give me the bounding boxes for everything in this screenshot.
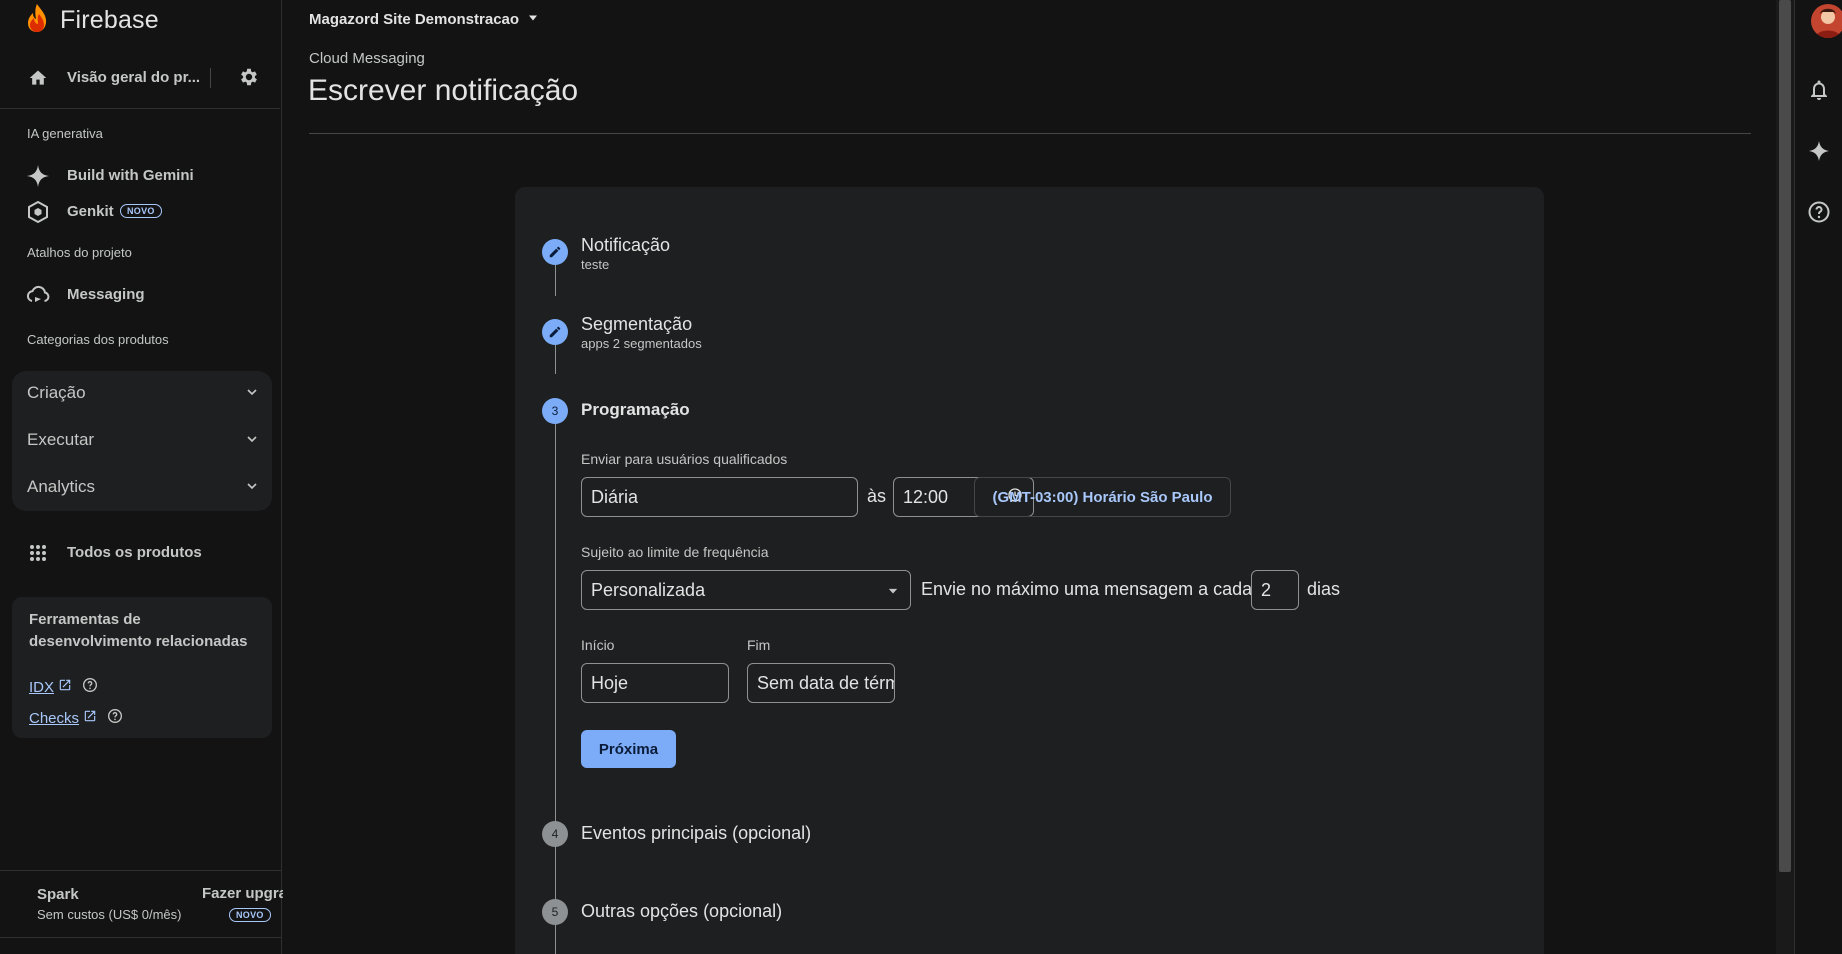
sidebar-item-messaging[interactable]: Messaging bbox=[0, 279, 282, 309]
step-4-number: 4 bbox=[542, 821, 568, 847]
step-connector bbox=[555, 398, 556, 954]
end-label: Fim bbox=[747, 637, 771, 653]
step-1-subtitle: teste bbox=[581, 257, 610, 272]
end-date-field[interactable]: Sem data de término bbox=[747, 663, 895, 703]
sidebar-item-label: Build with Gemini bbox=[67, 167, 194, 184]
apps-grid-icon bbox=[26, 541, 50, 570]
section-shortcuts: Atalhos do projeto bbox=[27, 245, 132, 260]
related-tools-title: Ferramentas de desenvolvimento relaciona… bbox=[29, 611, 248, 650]
step-1-title[interactable]: Notificação bbox=[581, 235, 670, 256]
project-name: Magazord Site Demonstracao bbox=[309, 11, 520, 28]
at-label: às bbox=[867, 486, 887, 506]
help-icon[interactable] bbox=[82, 677, 98, 697]
external-link-icon bbox=[83, 709, 97, 727]
step-5-title[interactable]: Outras opções (opcional) bbox=[581, 901, 782, 922]
related-tools-panel: Ferramentas de desenvolvimento relaciona… bbox=[12, 597, 272, 738]
send-label: Enviar para usuários qualificados bbox=[581, 451, 788, 467]
scrollbar-thumb[interactable] bbox=[1779, 0, 1791, 872]
tool-link-label: IDX bbox=[29, 678, 55, 696]
home-icon bbox=[28, 68, 48, 93]
limit-description: Envie no máximo uma mensagem a cada bbox=[921, 579, 1253, 599]
scrollbar[interactable] bbox=[1776, 0, 1794, 954]
frequency-limit-select[interactable]: Personalizada bbox=[581, 570, 911, 610]
divider bbox=[0, 108, 280, 109]
tool-link-idx[interactable]: IDX bbox=[29, 677, 98, 697]
plan-subtitle: Sem custos (US$ 0/mês) bbox=[37, 907, 182, 922]
chevron-down-icon bbox=[244, 384, 260, 405]
main-content: Magazord Site Demonstracao Cloud Messagi… bbox=[283, 0, 1776, 954]
timezone-button[interactable]: (GMT-03:00) Horário São Paulo bbox=[974, 477, 1231, 517]
category-label: Criação bbox=[27, 383, 86, 402]
project-selector[interactable]: Magazord Site Demonstracao bbox=[309, 11, 539, 28]
sidebar-item-label: Messaging bbox=[67, 286, 145, 303]
section-generative-ai: IA generativa bbox=[27, 126, 103, 141]
project-overview-row[interactable]: Visão geral do pr... bbox=[0, 58, 282, 98]
start-label: Início bbox=[581, 637, 615, 653]
sidebar-item-label: Genkit bbox=[67, 203, 114, 220]
start-date-field[interactable]: Hoje bbox=[581, 663, 729, 703]
sidebar: Firebase Visão geral do pr... IA generat… bbox=[0, 0, 305, 954]
divider bbox=[210, 68, 211, 88]
step-3-title[interactable]: Programação bbox=[581, 400, 690, 420]
category-label: Executar bbox=[27, 430, 95, 449]
tool-link-checks[interactable]: Checks bbox=[29, 708, 123, 728]
avatar[interactable] bbox=[1811, 4, 1842, 38]
help-icon[interactable] bbox=[107, 708, 123, 728]
sidebar-item-all-products[interactable]: Todos os produtos bbox=[0, 537, 282, 567]
gemini-sparkle-icon[interactable] bbox=[1807, 139, 1831, 168]
frequency-limit-label: Sujeito ao limite de frequência bbox=[581, 544, 769, 560]
sidebar-item-label: Todos os produtos bbox=[67, 544, 202, 561]
next-button[interactable]: Próxima bbox=[581, 730, 676, 768]
step-2-title[interactable]: Segmentação bbox=[581, 314, 692, 335]
firebase-brand[interactable]: Firebase bbox=[26, 3, 159, 38]
dropdown-arrow-icon bbox=[527, 11, 539, 28]
section-categories: Categorias dos produtos bbox=[27, 332, 169, 347]
category-label: Analytics bbox=[27, 477, 96, 496]
gear-icon[interactable] bbox=[238, 66, 260, 93]
days-label: dias bbox=[1307, 579, 1341, 599]
plan-panel: Spark Sem custos (US$ 0/mês) Fazer upgra… bbox=[0, 870, 305, 938]
step-3-number: 3 bbox=[542, 398, 568, 424]
limit-days-input[interactable]: 2 bbox=[1251, 570, 1299, 610]
breadcrumb[interactable]: Cloud Messaging bbox=[309, 50, 425, 67]
divider bbox=[309, 133, 1751, 134]
step-5-number: 5 bbox=[542, 899, 568, 925]
step-1-edit-icon[interactable] bbox=[542, 239, 568, 265]
category-analytics[interactable]: Analytics bbox=[12, 466, 272, 506]
external-link-icon bbox=[58, 678, 72, 696]
frequency-field[interactable]: Diária bbox=[581, 477, 858, 517]
categories-group: Criação Executar Analytics bbox=[12, 371, 272, 511]
cloud-messaging-icon bbox=[26, 283, 50, 312]
step-2-edit-icon[interactable] bbox=[542, 319, 568, 345]
frequency-limit-value: Personalizada bbox=[591, 579, 706, 600]
chevron-down-icon bbox=[244, 478, 260, 499]
category-creation[interactable]: Criação bbox=[12, 372, 272, 412]
stepper-card: Notificação teste Segmentação apps 2 seg… bbox=[515, 187, 1544, 954]
app-name: Firebase bbox=[60, 5, 159, 34]
help-icon[interactable] bbox=[1807, 200, 1831, 229]
time-value: 12:00 bbox=[903, 486, 949, 507]
sidebar-item-genkit[interactable]: Genkit NOVO bbox=[0, 196, 282, 226]
firebase-logo-icon bbox=[26, 3, 48, 38]
genkit-icon bbox=[26, 200, 50, 229]
project-overview-label: Visão geral do pr... bbox=[67, 69, 201, 86]
chevron-down-icon bbox=[244, 431, 260, 452]
new-badge: NOVO bbox=[120, 204, 162, 218]
category-execute[interactable]: Executar bbox=[12, 419, 272, 459]
page-title: Escrever notificação bbox=[308, 74, 579, 107]
plan-name: Spark bbox=[37, 886, 79, 903]
right-rail bbox=[1794, 0, 1842, 954]
notifications-bell-icon[interactable] bbox=[1807, 78, 1831, 107]
step-4-title[interactable]: Eventos principais (opcional) bbox=[581, 823, 811, 844]
dropdown-arrow-icon bbox=[888, 580, 898, 601]
sparkle-icon bbox=[26, 164, 50, 193]
tool-link-label: Checks bbox=[29, 709, 80, 727]
step-2-subtitle: apps 2 segmentados bbox=[581, 336, 702, 351]
new-badge: NOVO bbox=[229, 908, 271, 922]
sidebar-item-build-with-gemini[interactable]: Build with Gemini bbox=[0, 160, 282, 190]
